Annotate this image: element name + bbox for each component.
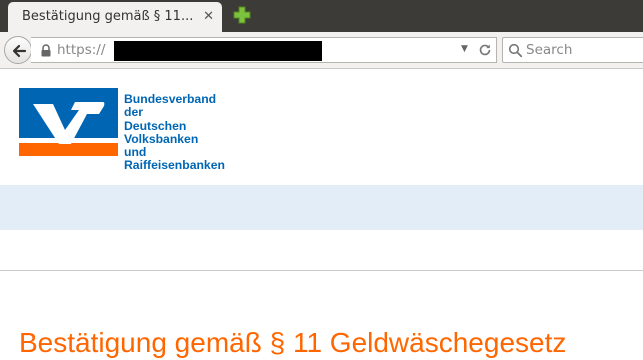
redacted-url [114,41,322,61]
org-name-line: Bundesverband [124,92,217,106]
org-name-line: Volksbanken [124,131,199,146]
org-name-line: und [124,145,147,160]
back-button[interactable] [4,36,32,64]
new-tab-icon[interactable] [232,5,252,25]
tab-strip: Bestätigung gemäß § 11... ✕ [0,0,643,32]
lock-icon [41,44,51,57]
org-name-line: Deutschen [124,118,187,133]
reload-icon[interactable] [477,42,493,58]
page-title: Bestätigung gemäß § 11 Geldwäschegesetz [19,327,567,358]
tab-title: Bestätigung gemäß § 11... [22,9,194,24]
organization-name: Bundesverband der Deutschen Volksbanken … [124,92,225,173]
org-name-line: der [124,105,143,120]
volksbank-logo[interactable] [19,88,118,156]
browser-tab[interactable]: Bestätigung gemäß § 11... ✕ [8,2,222,32]
address-bar[interactable]: https:// ▼ [31,37,497,63]
search-icon [508,43,523,58]
nav-toolbar: https:// ▼ Search [0,32,643,69]
back-arrow-icon [12,44,27,58]
search-placeholder: Search [526,42,573,58]
search-bar[interactable]: Search [502,37,643,63]
close-tab-icon[interactable]: ✕ [203,8,214,26]
divider [0,270,643,271]
org-name-line: Raiffeisenbanken [124,158,225,173]
url-dropdown-icon[interactable]: ▼ [461,44,468,54]
url-text: https:// [57,42,106,58]
navigation-band [0,185,643,230]
